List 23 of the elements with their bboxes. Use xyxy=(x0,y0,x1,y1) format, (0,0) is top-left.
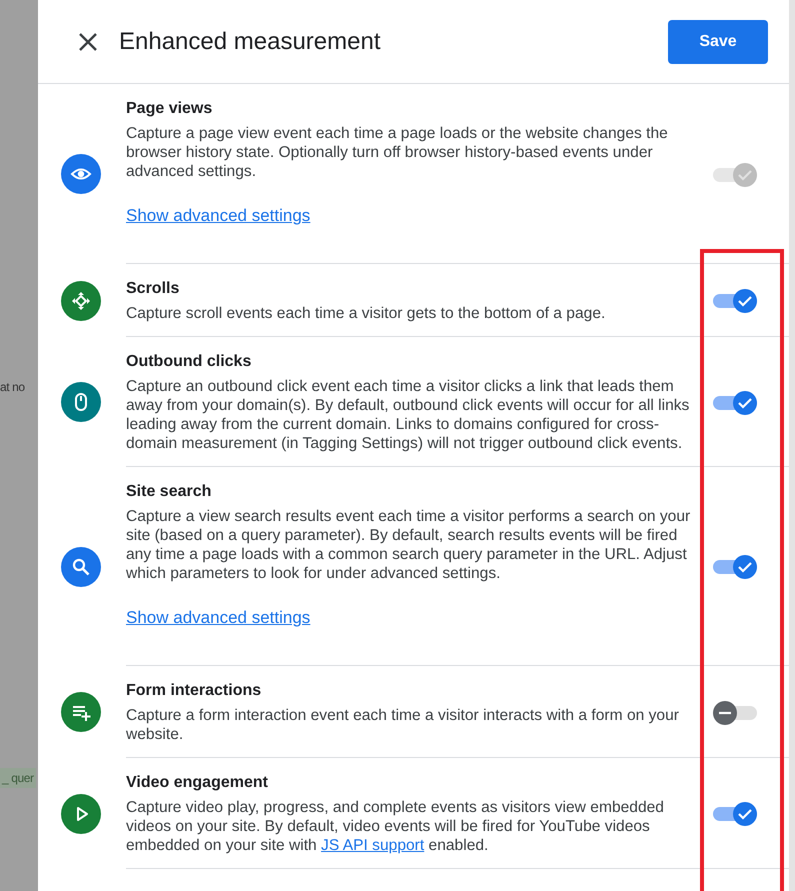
background-text: at no xyxy=(0,380,25,394)
js-api-link[interactable]: JS API support xyxy=(321,837,424,854)
setting-description: Capture scroll events each time a visitor gets to the bottom of a page. xyxy=(126,304,606,323)
setting-title: Site search xyxy=(126,482,212,501)
setting-description: Capture a view search results event each time a visitor performs a search on your site (based on a query parameter). By default, search results events will be fired any time a page loads with a common search query parameter in the URL. Adjust which parameters to look for under advanced settings. xyxy=(126,507,692,583)
background-text: _ quer xyxy=(0,768,36,788)
setting-title: Form interactions xyxy=(126,681,262,700)
toggle-switch[interactable] xyxy=(712,390,758,416)
setting-description: Capture an outbound click event each time a visitor clicks a link that leads them away from your domain(s). By default, outbound click events will occur for all links leading away from the current domain. Links to domains configured for cross-domain measurement (in Tagging Settings) will not trigger outbound click events. xyxy=(126,377,690,453)
toggle-switch[interactable] xyxy=(712,288,758,314)
toggle-switch[interactable] xyxy=(712,700,758,726)
setting-title: Page views xyxy=(126,99,214,118)
advanced-settings-link[interactable]: Show advanced settings xyxy=(126,608,310,628)
setting-title: Outbound clicks xyxy=(126,352,252,371)
setting-title: Scrolls xyxy=(126,279,180,298)
toggle-switch[interactable] xyxy=(712,554,758,580)
setting-title: Video engagement xyxy=(126,773,269,792)
setting-description: Capture a page view event each time a page loads or the website changes the browser history state. Optionally turn off browser history-based events under advanced settings. xyxy=(126,124,669,181)
save-button[interactable]: Save xyxy=(668,20,768,64)
setting-description: Capture a form interaction event each time a visitor interacts with a form on your website. xyxy=(126,706,680,744)
toggle-switch[interactable] xyxy=(712,801,758,827)
setting-description: Capture video play, progress, and complete events as visitors view embedded videos on your site. By default, video events will be fired for YouTube videos embedded on your site with JS API support enabled. xyxy=(126,798,665,855)
panel-title: Enhanced measurement xyxy=(119,28,382,56)
